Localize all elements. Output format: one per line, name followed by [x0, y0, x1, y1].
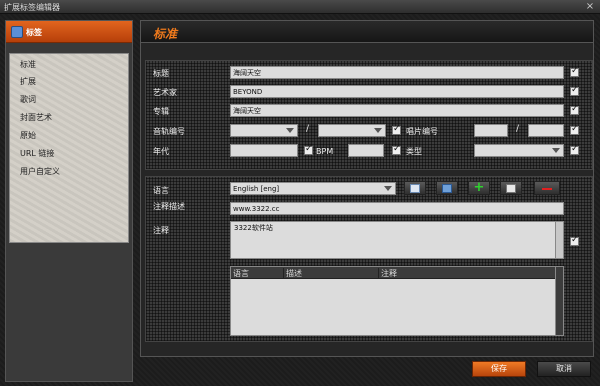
cancel-button[interactable]: 取消	[537, 361, 591, 377]
disc-number-field[interactable]	[474, 124, 508, 137]
comment-description-field[interactable]: www.3322.cc	[230, 202, 564, 215]
genre-dropdown[interactable]	[474, 144, 564, 157]
language-label: 语言	[153, 186, 169, 195]
table-scrollbar[interactable]	[555, 267, 563, 335]
disk-icon	[442, 184, 452, 193]
disc-total-field[interactable]	[528, 124, 564, 137]
sidebar-list: 标准 扩展 歌词 封面艺术 原始 URL 链接 用户自定义	[9, 53, 129, 243]
window-titlebar: 扩展标签编辑器 ×	[0, 0, 600, 14]
comments-table-header: 语言 描述 注释	[231, 267, 560, 279]
title-label: 标题	[153, 69, 169, 78]
main-header: 标准	[141, 21, 593, 43]
bpm-checkbox[interactable]	[392, 144, 401, 155]
sidebar-item-lyrics[interactable]: 歌词	[20, 94, 36, 105]
sidebar-header-label: 标签	[26, 28, 42, 37]
edit-icon	[506, 184, 516, 193]
artist-checkbox[interactable]	[570, 85, 579, 96]
comment-description-label: 注释描述	[153, 202, 185, 211]
sidebar-item-raw[interactable]: 原始	[20, 130, 36, 141]
bpm-label: BPM	[316, 147, 334, 156]
comment-textarea[interactable]: 3322软件站	[230, 221, 564, 259]
artist-label: 艺术家	[153, 88, 177, 97]
page-title: 标准	[153, 27, 178, 41]
title-field[interactable]: 海阔天空	[230, 66, 564, 79]
genre-label: 类型	[406, 147, 422, 156]
title-checkbox[interactable]	[570, 66, 579, 77]
save-button[interactable]: 保存	[472, 361, 526, 377]
year-checkbox[interactable]	[304, 144, 313, 155]
bpm-field[interactable]	[348, 144, 384, 157]
year-field[interactable]	[230, 144, 298, 157]
album-label: 专辑	[153, 107, 169, 116]
sidebar-item-url-links[interactable]: URL 链接	[20, 148, 54, 159]
track-checkbox[interactable]	[392, 124, 401, 135]
column-language[interactable]: 语言	[231, 268, 283, 279]
window-title: 扩展标签编辑器	[4, 3, 60, 12]
comment-label: 注释	[153, 226, 169, 235]
new-comment-button[interactable]	[404, 181, 426, 195]
comment-checkbox[interactable]	[570, 235, 579, 246]
track-separator: /	[306, 124, 310, 134]
remove-comment-button[interactable]	[534, 181, 560, 195]
sidebar-item-user-defined[interactable]: 用户自定义	[20, 166, 60, 177]
sidebar-header: 标签	[6, 21, 132, 43]
track-number-dropdown[interactable]	[230, 124, 298, 137]
edit-comment-button[interactable]	[500, 181, 522, 195]
disc-number-label: 唱片编号	[406, 127, 438, 136]
new-icon	[410, 184, 420, 193]
column-comment[interactable]: 注释	[378, 268, 560, 279]
sidebar-item-standard[interactable]: 标准	[20, 59, 36, 70]
disc-checkbox[interactable]	[570, 124, 579, 135]
minus-icon	[542, 188, 552, 190]
close-icon[interactable]: ×	[584, 1, 596, 12]
sidebar-item-cover-art[interactable]: 封面艺术	[20, 112, 52, 123]
genre-checkbox[interactable]	[570, 144, 579, 155]
add-comment-button[interactable]: +	[468, 181, 490, 195]
comments-table[interactable]: 语言 描述 注释	[230, 266, 564, 336]
comment-text: 3322软件站	[234, 224, 273, 232]
album-checkbox[interactable]	[570, 104, 579, 115]
column-description[interactable]: 描述	[283, 268, 378, 279]
sidebar: 标签 标准 扩展 歌词 封面艺术 原始 URL 链接 用户自定义	[5, 20, 133, 382]
plus-icon: +	[473, 180, 485, 195]
album-field[interactable]: 海阔天空	[230, 104, 564, 117]
disc-separator: /	[516, 124, 520, 134]
artist-field[interactable]: BEYOND	[230, 85, 564, 98]
year-label: 年代	[153, 147, 169, 156]
tag-icon	[11, 26, 23, 38]
sidebar-item-extended[interactable]: 扩展	[20, 76, 36, 87]
language-dropdown[interactable]: English [eng]	[230, 182, 396, 195]
track-total-dropdown[interactable]	[318, 124, 386, 137]
save-comment-button[interactable]	[436, 181, 458, 195]
track-number-label: 音轨编号	[153, 127, 185, 136]
comment-scrollbar[interactable]	[555, 222, 563, 258]
